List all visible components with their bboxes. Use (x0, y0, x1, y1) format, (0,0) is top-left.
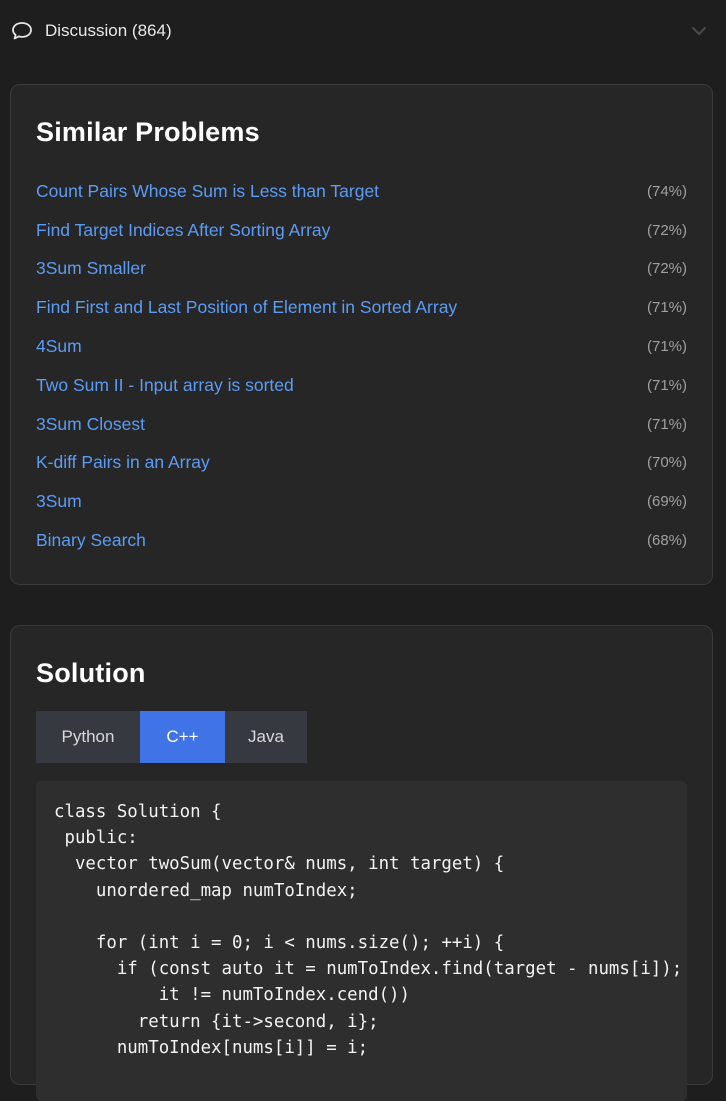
similar-problems-list: Count Pairs Whose Sum is Less than Targe… (36, 172, 687, 560)
list-item: 3Sum Closest (71%) (36, 405, 687, 444)
list-item: Two Sum II - Input array is sorted (71%) (36, 366, 687, 405)
problem-link[interactable]: 3Sum Closest (36, 414, 145, 435)
list-item: Count Pairs Whose Sum is Less than Targe… (36, 172, 687, 211)
code-line: class Solution { (54, 802, 222, 822)
list-item: Find Target Indices After Sorting Array … (36, 211, 687, 250)
problem-link[interactable]: 3Sum Smaller (36, 258, 146, 279)
similarity-percent: (72%) (646, 221, 687, 239)
problem-link[interactable]: K-diff Pairs in an Array (36, 452, 210, 473)
code-line: numToIndex[nums[i]] = i; (54, 1037, 369, 1058)
code-line: if (const auto it = numToIndex.find(targ… (54, 959, 683, 980)
speech-bubble-icon (11, 21, 33, 41)
problem-link[interactable]: Two Sum II - Input array is sorted (36, 375, 294, 396)
list-item: Binary Search (68%) (36, 521, 687, 560)
problem-link[interactable]: 3Sum (36, 491, 82, 512)
code-line: return {it->second, i}; (54, 1011, 379, 1032)
code-line: for (int i = 0; i < nums.size(); ++i) { (54, 933, 505, 954)
list-item: K-diff Pairs in an Array (70%) (36, 444, 687, 483)
problem-link[interactable]: Count Pairs Whose Sum is Less than Targe… (36, 181, 379, 202)
code-block[interactable]: class Solution { public: vector twoSum(v… (36, 781, 687, 1101)
list-item: 4Sum (71%) (36, 327, 687, 366)
discussion-toggle[interactable]: Discussion (864) (0, 0, 726, 62)
problem-link[interactable]: Find Target Indices After Sorting Array (36, 220, 330, 241)
tab-cpp[interactable]: C++ (140, 711, 225, 763)
tab-java[interactable]: Java (225, 711, 307, 763)
code-line: vector twoSum(vector& nums, int target) … (54, 854, 505, 875)
problem-link[interactable]: Binary Search (36, 530, 146, 551)
problem-link[interactable]: Find First and Last Position of Element … (36, 297, 457, 318)
code-line: unordered_map numToIndex; (54, 880, 358, 901)
similarity-percent: (71%) (646, 415, 687, 433)
similarity-percent: (71%) (646, 376, 687, 394)
similarity-percent: (68%) (646, 532, 687, 550)
similar-problems-card: Similar Problems Count Pairs Whose Sum i… (10, 84, 713, 585)
problem-link[interactable]: 4Sum (36, 336, 82, 357)
similar-problems-title: Similar Problems (36, 117, 260, 147)
chevron-down-icon[interactable] (690, 22, 708, 40)
similarity-percent: (71%) (646, 299, 687, 317)
similarity-percent: (74%) (646, 182, 687, 200)
language-tabs: Python C++ Java (36, 711, 307, 763)
code-line: it != numToIndex.cend()) (54, 985, 410, 1006)
discussion-label: Discussion (864) (45, 21, 172, 40)
similarity-percent: (72%) (646, 260, 687, 278)
list-item: 3Sum Smaller (72%) (36, 250, 687, 289)
similarity-percent: (71%) (646, 338, 687, 356)
solution-title: Solution (36, 658, 146, 688)
list-item: Find First and Last Position of Element … (36, 288, 687, 327)
similarity-percent: (69%) (646, 493, 687, 511)
list-item: 3Sum (69%) (36, 482, 687, 521)
similarity-percent: (70%) (646, 454, 687, 472)
solution-card: Solution Python C++ Java class Solution … (10, 625, 713, 1101)
code-line: public: (54, 828, 138, 849)
tab-python[interactable]: Python (36, 711, 140, 763)
